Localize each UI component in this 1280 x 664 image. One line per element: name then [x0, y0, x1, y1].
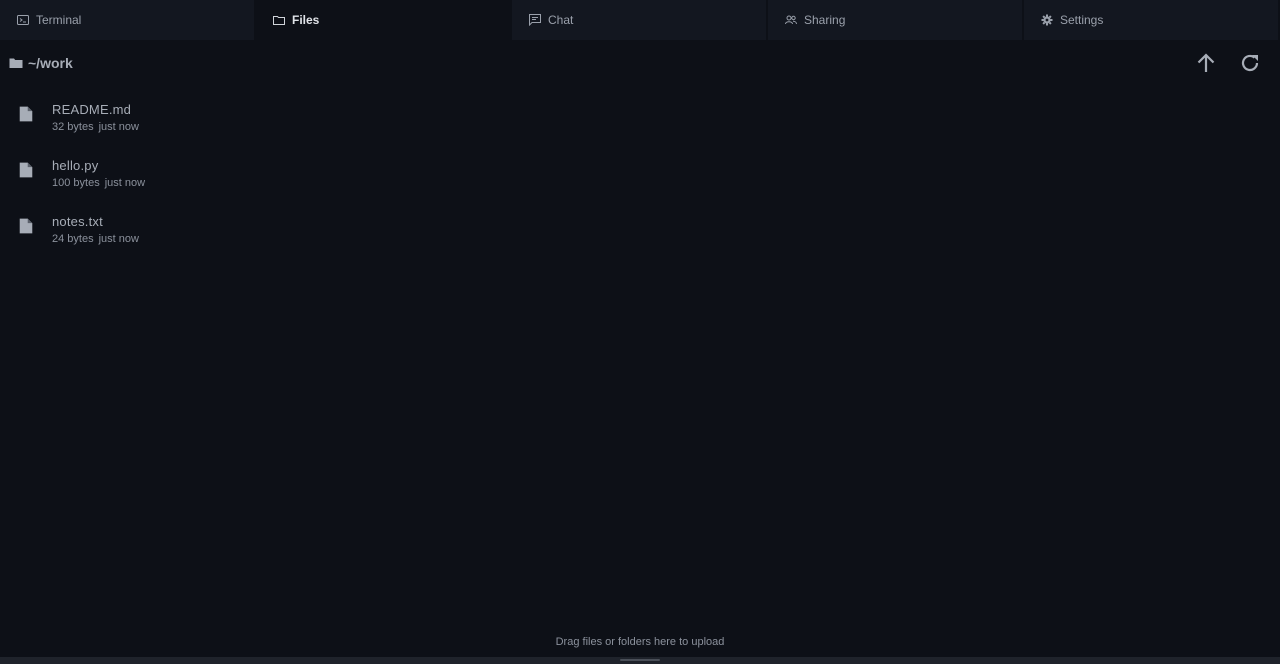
- file-item-readme[interactable]: README.md 32 bytes just now: [0, 98, 1280, 154]
- file-modified: just now: [98, 121, 139, 133]
- file-size: 32 bytes: [52, 121, 94, 133]
- refresh-icon: [1241, 54, 1259, 72]
- tab-settings[interactable]: Settings: [1024, 0, 1280, 40]
- dropzone-label: Drag files or folders here to upload: [555, 636, 725, 648]
- file-size: 100 bytes: [52, 177, 100, 189]
- refresh-button[interactable]: [1238, 50, 1262, 76]
- file-name: README.md: [52, 102, 132, 117]
- current-path[interactable]: ~/work: [0, 55, 73, 71]
- file-icon: [19, 162, 33, 178]
- file-icon: [19, 218, 33, 234]
- file-list: README.md 32 bytes just now hello.py 100…: [0, 98, 1280, 266]
- path-bar: ~/work: [0, 44, 1280, 82]
- tab-bar: Terminal Files Chat Sharing Settings: [0, 0, 1280, 40]
- upload-dropzone[interactable]: Drag files or folders here to upload: [0, 636, 1280, 648]
- resize-handle[interactable]: [620, 659, 660, 661]
- tab-label: Settings: [1060, 13, 1104, 27]
- users-icon: [785, 15, 797, 25]
- file-modified: just now: [98, 233, 139, 245]
- arrow-up-icon: [1197, 53, 1215, 72]
- tab-files[interactable]: Files: [256, 0, 512, 40]
- tab-sharing[interactable]: Sharing: [768, 0, 1024, 40]
- tab-terminal[interactable]: Terminal: [0, 0, 256, 40]
- tab-label: Files: [292, 13, 320, 27]
- file-icon: [19, 106, 33, 122]
- tab-label: Sharing: [804, 13, 846, 27]
- folder-icon: [273, 16, 285, 25]
- file-modified: just now: [104, 177, 146, 189]
- folder-icon: [9, 58, 23, 68]
- chat-icon: [529, 14, 541, 26]
- parent-directory-button[interactable]: [1194, 50, 1218, 76]
- file-name: hello.py: [52, 158, 99, 173]
- file-size: 24 bytes: [52, 233, 94, 245]
- file-item-hello[interactable]: hello.py 100 bytes just now: [0, 154, 1280, 210]
- path-label: ~/work: [28, 55, 73, 71]
- terminal-icon: [17, 15, 29, 25]
- tab-label: Chat: [548, 13, 574, 27]
- gear-icon: [1041, 14, 1053, 26]
- tab-chat[interactable]: Chat: [512, 0, 768, 40]
- file-name: notes.txt: [52, 214, 103, 229]
- file-item-notes[interactable]: notes.txt 24 bytes just now: [0, 210, 1280, 266]
- bottom-panel-bar: [0, 657, 1280, 664]
- tab-label: Terminal: [36, 13, 82, 27]
